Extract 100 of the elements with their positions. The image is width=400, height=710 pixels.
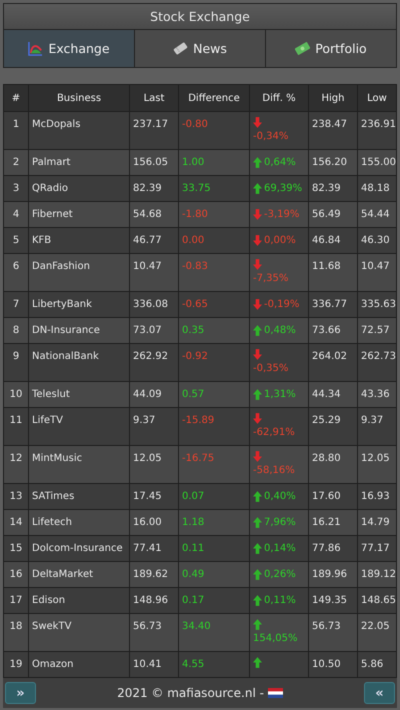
down-arrow-icon xyxy=(253,349,262,360)
column-header: Last xyxy=(130,84,178,112)
table-cell: 18 xyxy=(4,614,28,652)
percent-change: -58,16% xyxy=(253,464,295,478)
table-cell: Omazon xyxy=(28,652,130,678)
table-cell: 54.68 xyxy=(130,202,178,228)
table-cell: 148.96 xyxy=(130,588,178,614)
table-cell: 0.49 xyxy=(178,562,250,588)
table-cell: SwekTV xyxy=(28,614,130,652)
column-header: Diff. % xyxy=(250,84,308,112)
percent-change: -0,35% xyxy=(253,362,288,376)
table-cell: 14 xyxy=(4,510,28,536)
table-cell: LibertyBank xyxy=(28,292,130,318)
table-cell: 25.29 xyxy=(308,408,358,446)
table-cell: 10.47 xyxy=(358,254,396,292)
column-header: Business xyxy=(28,84,130,112)
table-cell: 336.77 xyxy=(308,292,358,318)
table-cell: 77.17 xyxy=(358,536,396,562)
up-arrow-icon xyxy=(253,569,262,580)
table-cell: 44.09 xyxy=(130,382,178,408)
table-cell: 189.62 xyxy=(130,562,178,588)
percent-change: -7,35% xyxy=(253,272,288,286)
down-arrow-icon xyxy=(253,117,262,128)
table-cell: 9.37 xyxy=(358,408,396,446)
percent-change: 0,00% xyxy=(264,234,296,248)
table-cell: -0.65 xyxy=(178,292,250,318)
window-title: Stock Exchange xyxy=(3,3,397,30)
table-cell: 1 xyxy=(4,112,28,150)
down-arrow-icon xyxy=(253,413,262,424)
table-cell: Teleslut xyxy=(28,382,130,408)
table-cell: 2 xyxy=(4,150,28,176)
tab[interactable]: Exchange xyxy=(4,30,135,67)
table-cell: 3 xyxy=(4,176,28,202)
table-cell: 0.35 xyxy=(178,318,250,344)
table-cell: 237.17 xyxy=(130,112,178,150)
down-arrow-icon xyxy=(253,209,262,220)
percent-change: 0,14% xyxy=(264,542,296,556)
table-cell: 28.80 xyxy=(308,446,358,484)
table-cell: 73.66 xyxy=(308,318,358,344)
table-cell: -16.75 xyxy=(178,446,250,484)
percent-change: 0,48% xyxy=(264,324,296,338)
table-cell: 238.47 xyxy=(308,112,358,150)
up-arrow-icon xyxy=(253,325,262,336)
table-cell: 22.05 xyxy=(358,614,396,652)
table-cell: 0.11 xyxy=(178,536,250,562)
table-cell: 82.39 xyxy=(308,176,358,202)
table-cell: 17 xyxy=(4,588,28,614)
table-cell: 156.05 xyxy=(130,150,178,176)
down-arrow-icon xyxy=(253,235,262,246)
table-cell: 17.45 xyxy=(130,484,178,510)
table-cell: Fibernet xyxy=(28,202,130,228)
table-cell: -0.92 xyxy=(178,344,250,382)
table-cell: McDopals xyxy=(28,112,130,150)
down-arrow-icon xyxy=(253,451,262,462)
table-cell: 16.93 xyxy=(358,484,396,510)
table-cell: 33.75 xyxy=(178,176,250,202)
up-arrow-icon xyxy=(253,517,262,528)
table-cell: 1.18 xyxy=(178,510,250,536)
table-cell: 236.91 xyxy=(358,112,396,150)
table-cell: 189.12 xyxy=(358,562,396,588)
chart-icon xyxy=(28,41,44,56)
table-cell: 10 xyxy=(4,382,28,408)
table-cell: QRadio xyxy=(28,176,130,202)
table-cell: 12 xyxy=(4,446,28,484)
table-cell: DeltaMarket xyxy=(28,562,130,588)
table-cell: 15 xyxy=(4,536,28,562)
table-cell: 149.35 xyxy=(308,588,358,614)
table-cell: 6 xyxy=(4,254,28,292)
table-cell: Palmart xyxy=(28,150,130,176)
table-cell: 46.84 xyxy=(308,228,358,254)
table-cell: 56.73 xyxy=(308,614,358,652)
table-cell: NationalBank xyxy=(28,344,130,382)
table-cell: 0.00 xyxy=(178,228,250,254)
percent-change: 0,11% xyxy=(264,594,296,608)
table-cell: 9.37 xyxy=(130,408,178,446)
table-cell: Lifetech xyxy=(28,510,130,536)
next-button[interactable]: « xyxy=(364,682,395,704)
tab[interactable]: News xyxy=(135,30,266,67)
up-arrow-icon xyxy=(253,491,262,502)
table-cell: 10.50 xyxy=(308,652,358,678)
column-header: Difference xyxy=(178,84,250,112)
tab[interactable]: Portfolio xyxy=(266,30,396,67)
up-arrow-icon xyxy=(253,619,262,630)
table-cell: 11 xyxy=(4,408,28,446)
percent-change: 0,40% xyxy=(264,490,296,504)
table-cell: 82.39 xyxy=(130,176,178,202)
percent-change: 0,26% xyxy=(264,568,296,582)
previous-button[interactable]: » xyxy=(5,682,36,704)
table-cell: 16 xyxy=(4,562,28,588)
table-cell: -0.80 xyxy=(178,112,250,150)
percent-change: -3,19% xyxy=(264,208,300,222)
percent-change: 1,31% xyxy=(264,388,296,402)
up-arrow-icon xyxy=(253,543,262,554)
table-cell: 19 xyxy=(4,652,28,678)
table-cell: 155.00 xyxy=(358,150,396,176)
table-cell: 13 xyxy=(4,484,28,510)
table-cell: 156.20 xyxy=(308,150,358,176)
table-cell: 16.21 xyxy=(308,510,358,536)
table-cell: 56.73 xyxy=(130,614,178,652)
column-header: High xyxy=(308,84,358,112)
